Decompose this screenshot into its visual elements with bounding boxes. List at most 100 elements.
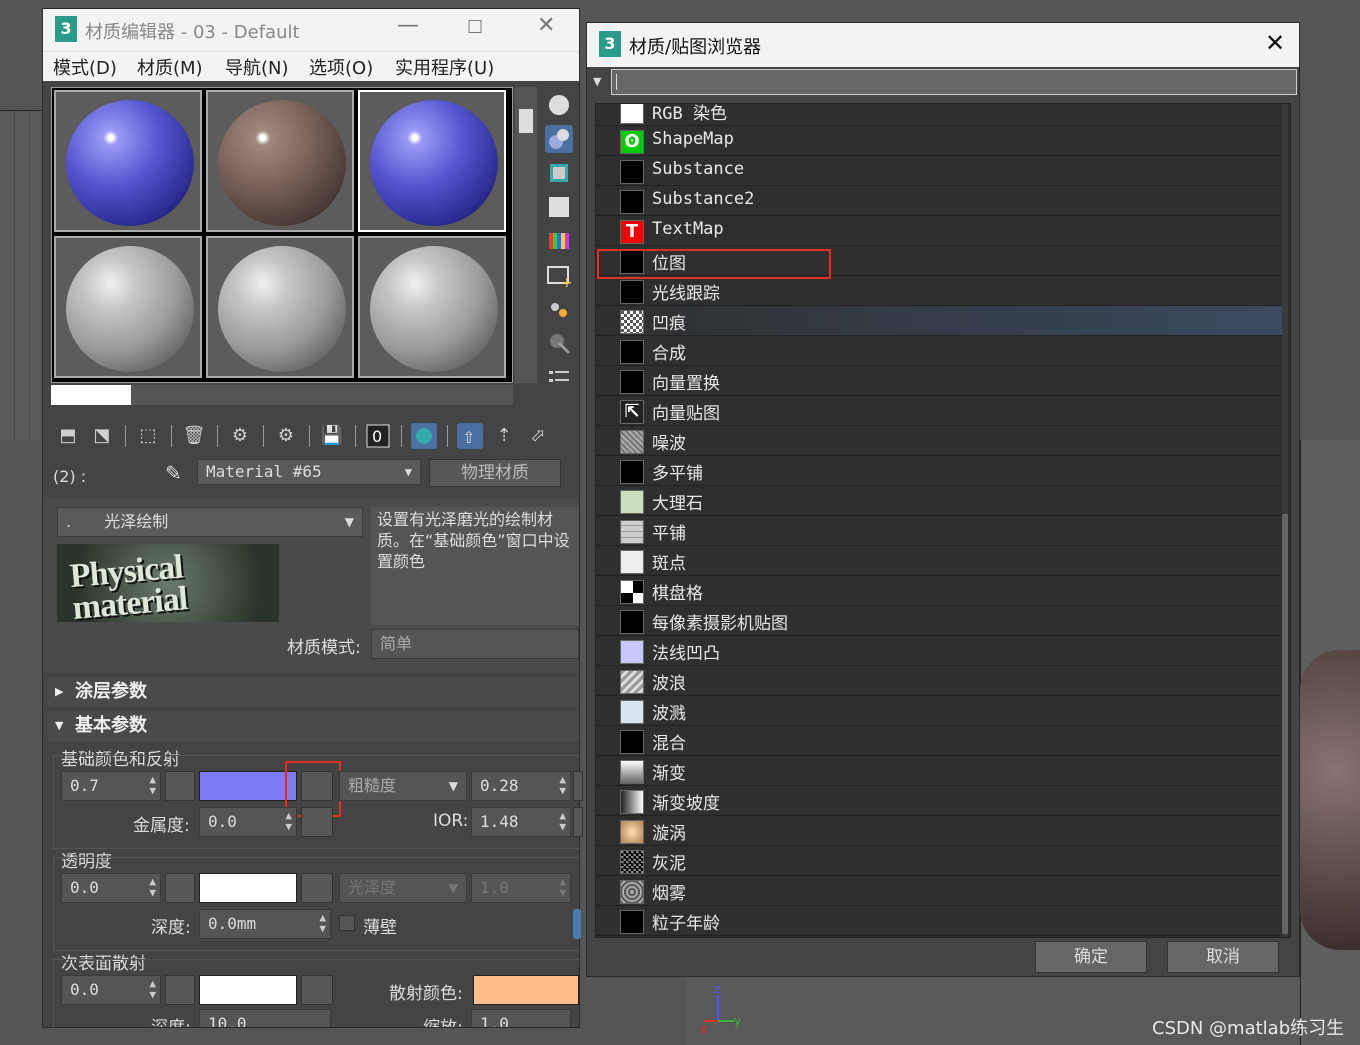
menu-utilities[interactable]: 实用程序(U)	[395, 54, 494, 80]
material-name-field[interactable]: Material #65 ▼	[197, 459, 421, 485]
select-by-material-icon[interactable]	[545, 329, 573, 357]
map-list-item[interactable]: 多平铺	[596, 456, 1282, 486]
base-color-swatch[interactable]	[199, 771, 297, 801]
sss-depth-spinner[interactable]: 10.0	[199, 1009, 331, 1027]
save-material-icon[interactable]: 💾	[319, 423, 345, 449]
map-list-item[interactable]: 漩涡	[596, 816, 1282, 846]
map-list-item[interactable]: 混合	[596, 726, 1282, 756]
sample-type-sphere-icon[interactable]	[545, 91, 573, 119]
scatter-color-swatch[interactable]	[473, 975, 579, 1005]
show-shaded-material-icon[interactable]	[411, 423, 437, 449]
delete-icon[interactable]: 🗑	[181, 423, 207, 449]
assign-to-selection-icon[interactable]: ⬚	[135, 423, 161, 449]
sample-slot-2[interactable]	[206, 90, 354, 232]
cancel-button[interactable]: 取消	[1167, 941, 1279, 973]
slots-hscroll[interactable]	[51, 385, 513, 405]
material-map-navigator-icon[interactable]	[545, 363, 573, 391]
thin-walled-map-button[interactable]	[573, 909, 581, 939]
put-to-library-icon[interactable]: ⚙	[273, 423, 299, 449]
search-input[interactable]	[611, 69, 1297, 95]
sample-uv-tiling-icon[interactable]	[545, 193, 573, 221]
map-list-item[interactable]: Substance	[596, 156, 1282, 186]
make-unique-icon[interactable]: ⚙	[227, 423, 253, 449]
material-id-channel-icon[interactable]: 0	[365, 423, 391, 449]
menu-navigation[interactable]: 导航(N)	[225, 54, 289, 80]
map-list-item[interactable]: 光线跟踪	[596, 276, 1282, 306]
map-list-item[interactable]: 烟雾	[596, 876, 1282, 906]
map-list-item[interactable]: 波浪	[596, 666, 1282, 696]
menu-mode[interactable]: 模式(D)	[53, 54, 117, 80]
material-type-button[interactable]: 物理材质	[429, 459, 561, 487]
options-icon[interactable]	[545, 295, 573, 323]
map-list-item[interactable]: 向量置换	[596, 366, 1282, 396]
maximize-icon[interactable]: ☐	[467, 17, 483, 38]
map-list-item[interactable]: 灰泥	[596, 846, 1282, 876]
backlight-icon[interactable]	[545, 125, 573, 153]
sample-slot-3[interactable]	[358, 90, 506, 232]
base-weight-map-button[interactable]	[165, 771, 195, 801]
video-color-check-icon[interactable]	[545, 227, 573, 255]
rollout-basic[interactable]: ▼ 基本参数	[47, 711, 579, 741]
map-list-item[interactable]: 波溅	[596, 696, 1282, 726]
transparency-weight-spinner[interactable]: 0.0 ▲ ▼	[61, 873, 161, 903]
close-icon[interactable]: ✕	[1265, 29, 1285, 57]
sample-slot-5[interactable]	[206, 236, 354, 378]
map-list-item[interactable]: 大理石	[596, 486, 1282, 516]
close-icon[interactable]: ✕	[537, 13, 555, 38]
material-mode-dropdown[interactable]: 简单	[371, 629, 579, 659]
map-list-item[interactable]: ʘ ShapeMap	[596, 126, 1282, 156]
sample-slot-4[interactable]	[54, 236, 202, 378]
map-list-item[interactable]: 渐变坡度	[596, 786, 1282, 816]
metalness-map-button[interactable]	[301, 807, 333, 837]
map-list-item[interactable]: ⇱ 向量贴图	[596, 396, 1282, 426]
list-scrollbar[interactable]	[1282, 104, 1288, 937]
roughness-spinner[interactable]: 0.28 ▲ ▼	[471, 771, 571, 801]
background-checker-icon[interactable]	[545, 159, 573, 187]
roughness-dropdown[interactable]: 粗糙度 ▼	[339, 771, 467, 801]
show-end-result-icon[interactable]: ⇧	[457, 423, 483, 449]
map-list-item[interactable]: T TextMap	[596, 216, 1282, 246]
sss-weight-spinner[interactable]: 0.0 ▲ ▼	[61, 975, 161, 1005]
eyedropper-icon[interactable]: ✎	[165, 461, 182, 485]
transparency-color-swatch[interactable]	[199, 873, 297, 903]
transparency-color-map-button[interactable]	[301, 873, 333, 903]
menu-options[interactable]: 选项(O)	[309, 54, 373, 80]
map-list-item[interactable]: 平铺	[596, 516, 1282, 546]
minimize-icon[interactable]: —	[397, 13, 419, 38]
options-chevron-down-icon[interactable]: ▼	[593, 75, 601, 88]
ior-spinner[interactable]: 1.48 ▲ ▼	[471, 807, 571, 837]
map-list-item[interactable]: 法线凹凸	[596, 636, 1282, 666]
put-to-scene-icon[interactable]: ⬔	[89, 423, 115, 449]
map-list-item[interactable]: 棋盘格	[596, 576, 1282, 606]
map-list-item[interactable]: 凹痕	[596, 306, 1282, 336]
depth-spinner[interactable]: 0.0mm ▲ ▼	[199, 909, 331, 939]
ok-button[interactable]: 确定	[1035, 941, 1147, 973]
thin-walled-checkbox[interactable]	[339, 915, 355, 931]
map-list-item[interactable]: 合成	[596, 336, 1282, 366]
base-weight-spinner[interactable]: 0.7 ▲ ▼	[61, 771, 161, 801]
map-list-item[interactable]: Substance2	[596, 186, 1282, 216]
metalness-spinner[interactable]: 0.0 ▲ ▼	[199, 807, 297, 837]
map-list-item[interactable]: 渐变	[596, 756, 1282, 786]
make-preview-icon[interactable]: +	[545, 261, 573, 289]
menu-material[interactable]: 材质(M)	[137, 54, 203, 80]
map-list-item[interactable]: RGB 染色	[596, 104, 1282, 126]
sample-slot-1[interactable]	[54, 90, 202, 232]
map-list-item[interactable]: 每像素摄影机贴图	[596, 606, 1282, 636]
sample-slot-6[interactable]	[358, 236, 506, 378]
go-forward-to-sibling-icon[interactable]: ⬀	[525, 423, 551, 449]
preset-dropdown[interactable]: . 光泽绘制 ▼	[57, 507, 363, 537]
sss-color-map-button[interactable]	[301, 975, 333, 1005]
roughness-map-button[interactable]	[573, 771, 583, 801]
map-list-item[interactable]: 噪波	[596, 426, 1282, 456]
map-list-item[interactable]: 斑点	[596, 546, 1282, 576]
map-list-item[interactable]: 粒子年龄	[596, 906, 1282, 936]
get-material-icon[interactable]: ⬒	[55, 423, 81, 449]
sss-color-swatch[interactable]	[199, 975, 297, 1005]
ior-map-button[interactable]	[573, 807, 583, 837]
sss-scale-spinner[interactable]: 1.0	[471, 1009, 571, 1027]
rollout-coating[interactable]: ▶ 涂层参数	[47, 677, 579, 707]
go-to-parent-icon[interactable]: ⇡	[491, 423, 517, 449]
slots-vscroll[interactable]	[515, 87, 537, 383]
transparency-weight-map-button[interactable]	[165, 873, 195, 903]
